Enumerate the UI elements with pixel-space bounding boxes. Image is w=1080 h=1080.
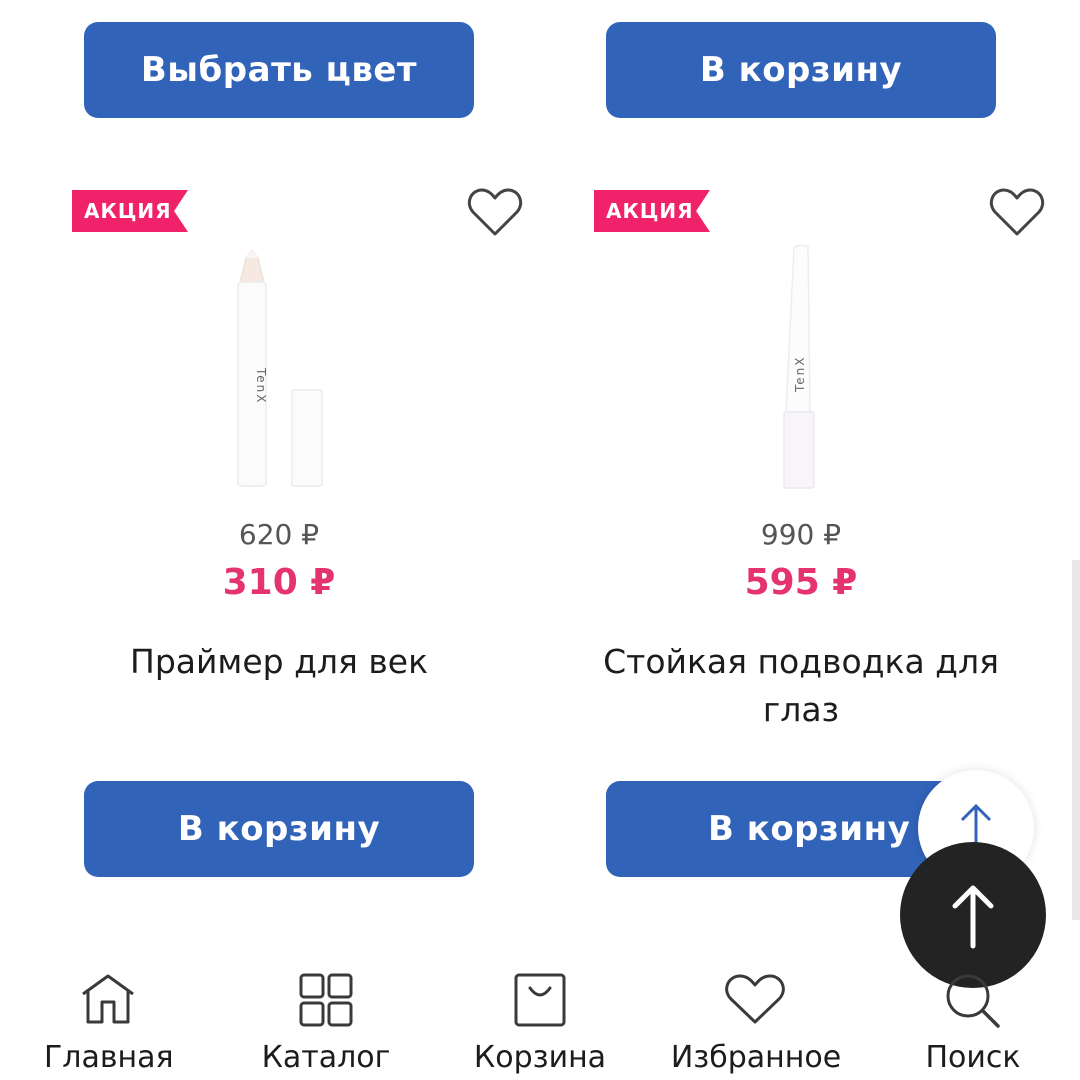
favorite-heart-icon[interactable]	[989, 186, 1045, 238]
nav-favorites[interactable]: Избранное	[664, 960, 848, 1080]
sale-badge: АКЦИЯ	[594, 190, 710, 232]
nav-search-label: Поиск	[925, 1040, 1021, 1075]
nav-catalog[interactable]: Каталог	[256, 960, 396, 1080]
choose-color-button[interactable]: Выбрать цвет	[84, 22, 474, 118]
product-image-primer[interactable]: TenX	[230, 248, 330, 490]
brand-text: TenX	[254, 367, 268, 405]
scrollbar[interactable]	[1072, 560, 1080, 920]
sale-price: 595 ₽	[744, 562, 858, 603]
nav-catalog-label: Каталог	[261, 1040, 391, 1075]
product-image-eyeliner[interactable]: TenX	[776, 244, 826, 492]
nav-home[interactable]: Главная	[44, 960, 174, 1080]
bottom-nav: Главная Каталог Корзина Избранное Поиск	[0, 960, 1080, 1080]
sale-price: 310 ₽	[222, 562, 336, 603]
add-to-cart-button[interactable]: В корзину	[84, 781, 474, 877]
arrow-up-icon	[952, 885, 994, 949]
product-title[interactable]: Праймер для век	[59, 638, 499, 686]
home-icon	[82, 974, 134, 1024]
heart-icon	[725, 974, 785, 1024]
nav-cart-label: Корзина	[473, 1040, 607, 1075]
favorite-heart-icon[interactable]	[467, 186, 523, 238]
search-icon	[946, 974, 1000, 1028]
nav-home-label: Главная	[44, 1040, 174, 1075]
nav-favorites-label: Избранное	[670, 1040, 842, 1075]
bag-icon	[514, 973, 566, 1027]
nav-search[interactable]: Поиск	[918, 960, 1028, 1080]
nav-cart[interactable]: Корзина	[470, 960, 610, 1080]
catalog-icon	[299, 973, 353, 1027]
product-title[interactable]: Стойкая подводка для глаз	[581, 638, 1021, 734]
brand-text: TenX	[793, 356, 807, 394]
add-to-cart-button-top[interactable]: В корзину	[606, 22, 996, 118]
sale-badge: АКЦИЯ	[72, 190, 188, 232]
old-price: 620 ₽	[238, 518, 320, 551]
old-price: 990 ₽	[760, 518, 842, 551]
